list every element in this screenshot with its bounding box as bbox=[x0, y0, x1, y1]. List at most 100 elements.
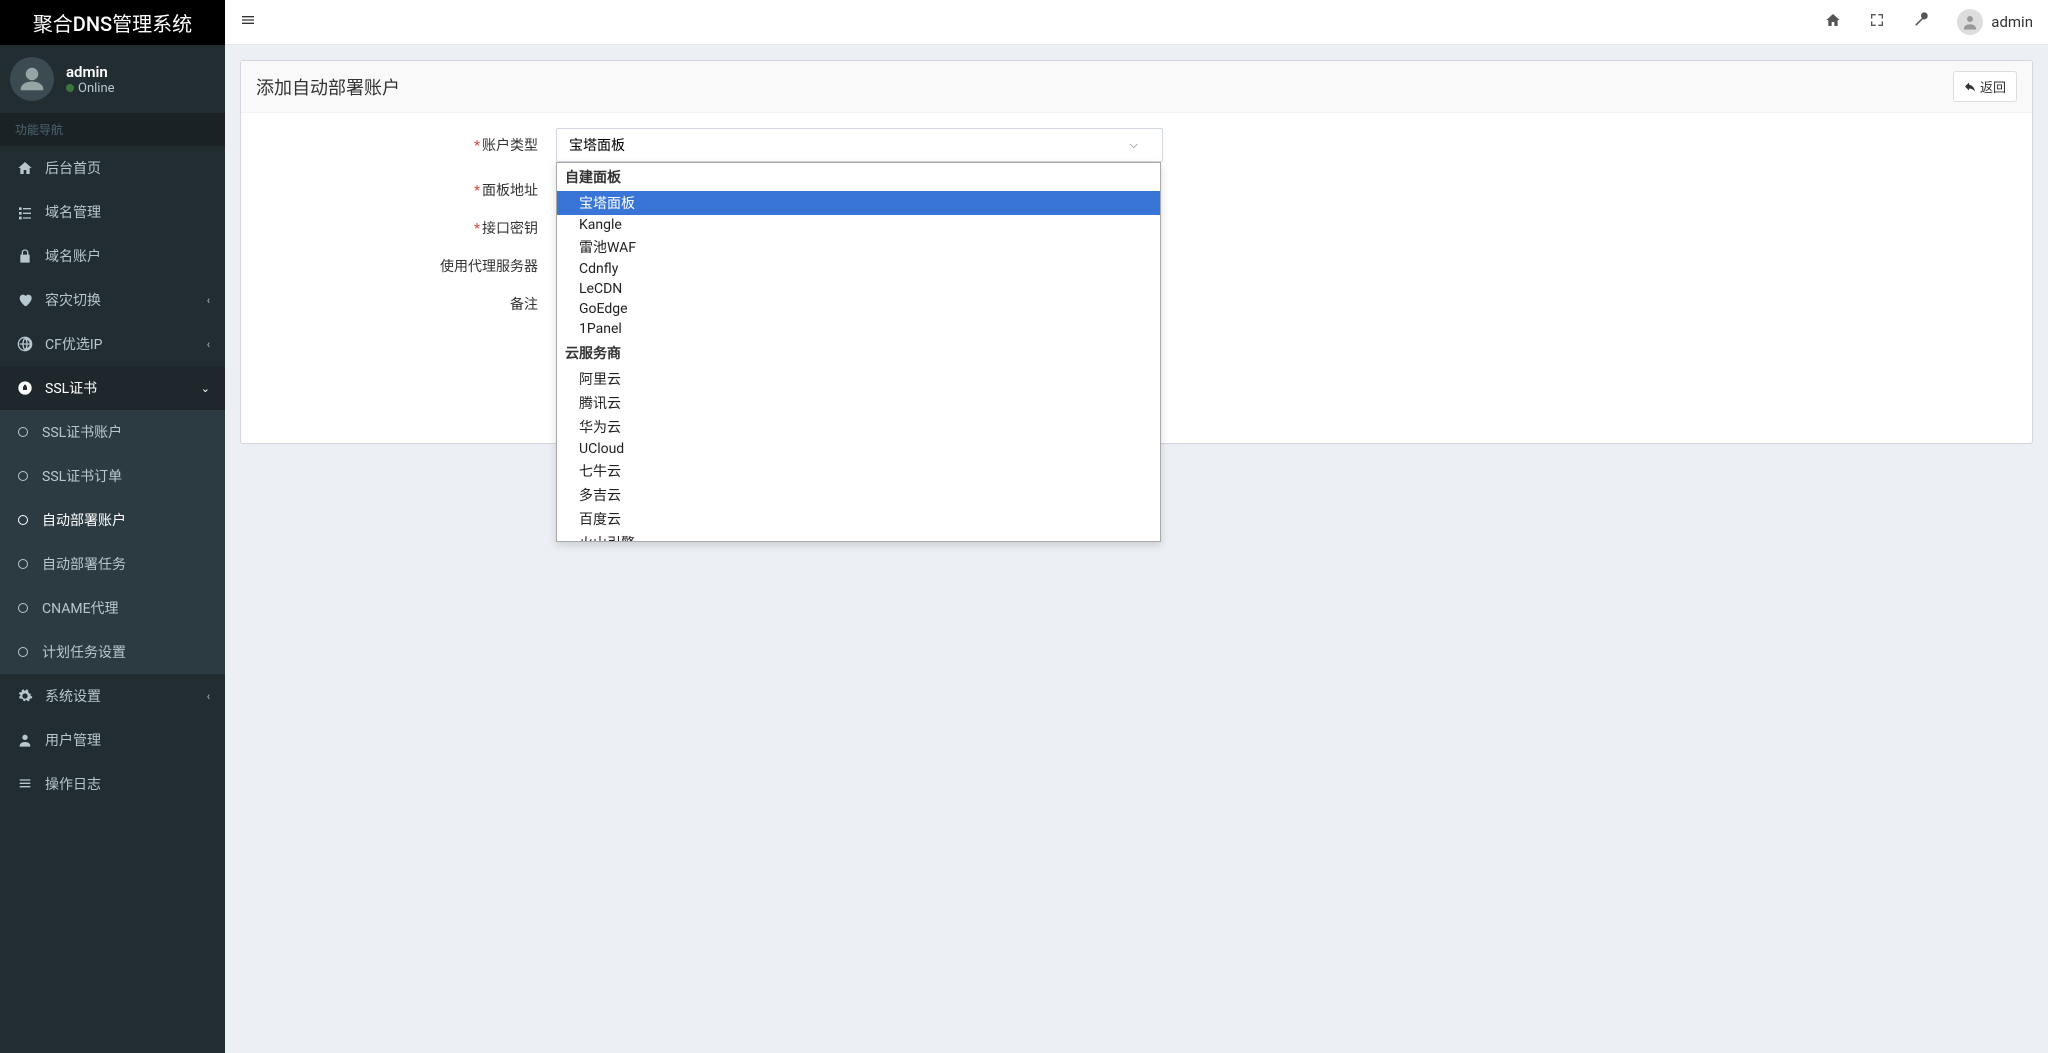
circle-icon bbox=[18, 427, 28, 437]
dropdown-option[interactable]: 百度云 bbox=[557, 507, 1160, 531]
sidebar-sub-ssl-account[interactable]: SSL证书账户 bbox=[0, 410, 225, 454]
sidebar-sub-cname-proxy[interactable]: CNAME代理 bbox=[0, 586, 225, 630]
hamburger-icon bbox=[240, 12, 256, 28]
topbar-actions: admin bbox=[1825, 9, 2033, 35]
sidebar: 聚合DNS管理系统 admin Online 功能导航 后台首页 域名管理 bbox=[0, 0, 225, 1053]
avatar bbox=[10, 57, 54, 101]
sidebar-sub-deploy-account[interactable]: 自动部署账户 bbox=[0, 498, 225, 542]
dropdown-option[interactable]: 火山引擎 bbox=[557, 531, 1160, 542]
sidebar-item-label: 系统设置 bbox=[45, 686, 101, 706]
dropdown-option[interactable]: 雷池WAF bbox=[557, 235, 1160, 259]
sidebar-item-label: 域名账户 bbox=[45, 246, 101, 266]
sidebar-user-info: admin Online bbox=[66, 63, 115, 96]
sidebar-item-logs[interactable]: 操作日志 bbox=[0, 762, 225, 806]
select-value: 宝塔面板 bbox=[569, 135, 625, 155]
sidebar-item-failover[interactable]: 容灾切换 ‹ bbox=[0, 278, 225, 322]
dropdown-option[interactable]: Cdnfly bbox=[557, 259, 1160, 279]
form-label: *账户类型 bbox=[256, 135, 556, 155]
panel: 添加自动部署账户 返回 *账户类型 宝塔面板 ⌵ bbox=[240, 60, 2033, 444]
content: 添加自动部署账户 返回 *账户类型 宝塔面板 ⌵ bbox=[225, 45, 2048, 459]
list-icon bbox=[15, 204, 35, 220]
account-type-dropdown[interactable]: 自建面板宝塔面板Kangle雷池WAFCdnflyLeCDNGoEdge1Pan… bbox=[556, 162, 1161, 542]
dropdown-option[interactable]: 腾讯云 bbox=[557, 391, 1160, 415]
sidebar-item-label: CF优选IP bbox=[45, 334, 103, 354]
topbar: admin bbox=[225, 0, 2048, 45]
dropdown-group-header: 自建面板 bbox=[557, 163, 1160, 191]
topbar-user-menu[interactable]: admin bbox=[1957, 9, 2033, 35]
sidebar-sub-deploy-task[interactable]: 自动部署任务 bbox=[0, 542, 225, 586]
sidebar-toggle-button[interactable] bbox=[240, 12, 256, 32]
panel-body: *账户类型 宝塔面板 ⌵ 自建面板宝塔面板Kangle雷池WAFCdnflyLe… bbox=[241, 113, 2032, 443]
nav-section-header: 功能导航 bbox=[0, 113, 225, 146]
circle-icon bbox=[18, 647, 28, 657]
dropdown-option[interactable]: LeCDN bbox=[557, 279, 1160, 299]
chevron-left-icon: ‹ bbox=[207, 338, 210, 351]
sidebar-item-domain-manage[interactable]: 域名管理 bbox=[0, 190, 225, 234]
home-icon bbox=[15, 160, 35, 176]
form-label: *面板地址 bbox=[256, 180, 556, 200]
sidebar-item-label: 域名管理 bbox=[45, 202, 101, 222]
form-label: 备注 bbox=[256, 294, 556, 314]
sidebar-item-settings[interactable]: 系统设置 ‹ bbox=[0, 674, 225, 718]
dropdown-option[interactable]: 多吉云 bbox=[557, 483, 1160, 507]
dropdown-group-header: 云服务商 bbox=[557, 339, 1160, 367]
sidebar-user-panel: admin Online bbox=[0, 45, 225, 113]
sidebar-user-status: Online bbox=[66, 81, 115, 96]
sidebar-item-dashboard[interactable]: 后台首页 bbox=[0, 146, 225, 190]
chevron-left-icon: ‹ bbox=[207, 690, 210, 703]
sidebar-item-label: 操作日志 bbox=[45, 774, 101, 794]
sidebar-nav: 后台首页 域名管理 域名账户 容灾切换 ‹ CF优选IP ‹ bbox=[0, 146, 225, 806]
dropdown-option[interactable]: 阿里云 bbox=[557, 367, 1160, 391]
sidebar-sub-cron[interactable]: 计划任务设置 bbox=[0, 630, 225, 674]
sidebar-item-label: SSL证书 bbox=[45, 378, 97, 398]
sidebar-item-label: 用户管理 bbox=[45, 730, 101, 750]
status-dot-icon bbox=[66, 84, 74, 92]
main-area: admin 添加自动部署账户 返回 *账户类型 bbox=[225, 0, 2048, 1053]
sidebar-item-users[interactable]: 用户管理 bbox=[0, 718, 225, 762]
dropdown-option[interactable]: 七牛云 bbox=[557, 459, 1160, 483]
user-icon bbox=[15, 732, 35, 748]
topbar-fullscreen-button[interactable] bbox=[1869, 12, 1885, 32]
sidebar-item-domain-account[interactable]: 域名账户 bbox=[0, 234, 225, 278]
chevron-down-icon: ⌵ bbox=[1130, 138, 1138, 152]
topbar-home-button[interactable] bbox=[1825, 12, 1841, 32]
reply-icon bbox=[1964, 81, 1976, 93]
sidebar-item-label: 后台首页 bbox=[45, 158, 101, 178]
expand-icon bbox=[1869, 12, 1885, 28]
lock-icon bbox=[15, 248, 35, 264]
topbar-tools-button[interactable] bbox=[1913, 12, 1929, 32]
topbar-username: admin bbox=[1991, 13, 2033, 31]
shield-lock-icon bbox=[15, 380, 35, 396]
heartbeat-icon bbox=[15, 292, 35, 308]
form-label: 使用代理服务器 bbox=[256, 256, 556, 276]
dropdown-option[interactable]: 宝塔面板 bbox=[557, 191, 1160, 215]
panel-header: 添加自动部署账户 返回 bbox=[241, 61, 2032, 113]
chevron-left-icon: ‹ bbox=[207, 294, 210, 307]
avatar bbox=[1957, 9, 1983, 35]
circle-icon bbox=[18, 603, 28, 613]
circle-icon bbox=[18, 515, 28, 525]
list-icon bbox=[15, 776, 35, 792]
dropdown-option[interactable]: Kangle bbox=[557, 215, 1160, 235]
app-logo: 聚合DNS管理系统 bbox=[0, 0, 225, 45]
page-title: 添加自动部署账户 bbox=[256, 74, 400, 100]
form-label: *接口密钥 bbox=[256, 218, 556, 238]
back-button[interactable]: 返回 bbox=[1953, 71, 2017, 102]
account-type-select[interactable]: 宝塔面板 ⌵ bbox=[556, 128, 1163, 162]
dropdown-option[interactable]: UCloud bbox=[557, 439, 1160, 459]
globe-icon bbox=[15, 336, 35, 352]
circle-icon bbox=[18, 471, 28, 481]
dropdown-option[interactable]: 华为云 bbox=[557, 415, 1160, 439]
sidebar-item-label: 容灾切换 bbox=[45, 290, 101, 310]
sidebar-sub-ssl-order[interactable]: SSL证书订单 bbox=[0, 454, 225, 498]
gears-icon bbox=[15, 688, 35, 704]
sidebar-item-ssl[interactable]: SSL证书 ⌄ bbox=[0, 366, 225, 410]
app-title: 聚合DNS管理系统 bbox=[33, 8, 192, 37]
sidebar-item-cf-ip[interactable]: CF优选IP ‹ bbox=[0, 322, 225, 366]
sidebar-username: admin bbox=[66, 63, 115, 81]
chevron-down-icon: ⌄ bbox=[201, 382, 210, 395]
circle-icon bbox=[18, 559, 28, 569]
account-type-select-wrap: 宝塔面板 ⌵ 自建面板宝塔面板Kangle雷池WAFCdnflyLeCDNGoE… bbox=[556, 128, 1163, 162]
dropdown-option[interactable]: 1Panel bbox=[557, 319, 1160, 339]
dropdown-option[interactable]: GoEdge bbox=[557, 299, 1160, 319]
